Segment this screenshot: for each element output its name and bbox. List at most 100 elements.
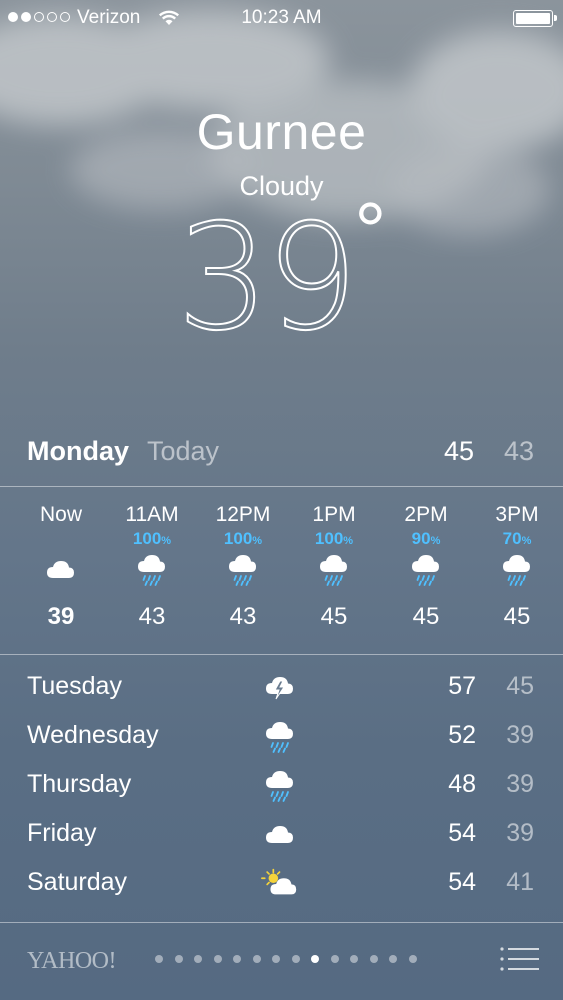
temperature-value: 39 [176, 193, 360, 363]
precip-chance: 100% [203, 529, 283, 551]
hour-label: 2PM [404, 503, 448, 526]
hourly-item: 12PM 100% 43 [203, 503, 283, 631]
status-bar: Verizon 10:23 AM [0, 0, 563, 36]
precip-value: 100 [314, 529, 344, 548]
footer-bar: YAHOO! [0, 940, 563, 980]
day-name: Saturday [27, 868, 128, 896]
daily-row: Tuesday 57 45 [0, 668, 563, 717]
rain-cloud-icon [477, 551, 557, 587]
hourly-item: 3PM 70% 45 [477, 503, 557, 631]
percent-sign: % [252, 535, 263, 547]
page-dot[interactable] [194, 955, 202, 963]
day-low: 41 [506, 868, 534, 896]
rain-cloud-icon [386, 551, 466, 587]
page-dot[interactable] [155, 955, 163, 963]
today-label: Today [147, 436, 220, 466]
partly-sunny-icon [260, 864, 300, 902]
precip-chance: 90% [386, 529, 466, 551]
hourly-item: 1PM 100% 45 [294, 503, 374, 631]
divider [0, 486, 563, 487]
day-name: Thursday [27, 770, 132, 798]
degree-symbol: ° [354, 186, 387, 276]
precip-value: 90 [411, 529, 431, 548]
hourly-item: Now 39 [21, 503, 101, 631]
thunderstorm-icon [260, 668, 300, 706]
daily-row: Thursday 48 39 [0, 766, 563, 815]
day-high: 48 [448, 770, 476, 798]
page-dot[interactable] [174, 955, 183, 963]
yahoo-logo[interactable]: YAHOO! [27, 948, 117, 975]
hour-temperature: 45 [412, 603, 440, 630]
rain-cloud-icon [260, 717, 300, 755]
daily-row: Saturday 54 41 [0, 864, 563, 913]
precip-chance: 100% [112, 529, 192, 551]
day-name: Wednesday [27, 721, 159, 749]
page-dot[interactable] [233, 955, 241, 963]
precip-value: 70 [502, 529, 522, 548]
today-summary: Monday Today 45 43 [0, 436, 563, 476]
page-dot[interactable] [350, 955, 358, 963]
day-high: 57 [448, 672, 476, 700]
hour-temperature: 45 [503, 603, 531, 630]
rain-cloud-icon [294, 551, 374, 587]
today-high: 45 [443, 436, 474, 466]
clock: 10:23 AM [241, 7, 322, 28]
page-indicator[interactable] [155, 955, 417, 963]
precip-value: 100 [132, 529, 162, 548]
day-low: 39 [506, 770, 534, 798]
rain-cloud-icon [203, 551, 283, 587]
cloud-icon [260, 815, 300, 853]
page-dot-active[interactable] [311, 955, 319, 963]
hourly-item: 11AM 100% 43 [112, 503, 192, 631]
current-temperature: 39° [0, 191, 563, 352]
page-dot[interactable] [252, 955, 261, 963]
today-day: Monday [27, 436, 130, 466]
page-dot[interactable] [330, 955, 339, 963]
precip-chance: 70% [477, 529, 557, 551]
hour-label: Now [39, 503, 82, 526]
battery-icon [513, 10, 557, 27]
page-dot[interactable] [272, 955, 280, 963]
list-icon[interactable] [499, 946, 539, 972]
precip-chance [21, 529, 101, 551]
hourly-forecast[interactable]: Now 39 11AM 100% 43 12PM 100% 43 1PM 100% 45 2PM 90%… [0, 503, 563, 643]
hour-label: 11AM [125, 503, 179, 526]
daily-row: Wednesday 52 39 [0, 717, 563, 766]
page-dot[interactable] [369, 955, 378, 963]
daily-forecast: Tuesday 57 45 Wednesday 52 39 Thursday 48 39 Frid… [0, 668, 563, 913]
divider [0, 922, 563, 923]
hour-temperature: 39 [47, 603, 75, 630]
page-dot[interactable] [408, 955, 417, 963]
hourly-item: 2PM 90% 45 [386, 503, 466, 631]
day-name: Tuesday [27, 672, 122, 700]
day-high: 54 [448, 868, 476, 896]
day-name: Friday [27, 819, 97, 847]
today-low: 43 [503, 436, 534, 466]
hour-label: 3PM [495, 503, 539, 526]
percent-sign: % [430, 535, 441, 547]
city-name: Gurnee [196, 104, 367, 160]
day-low: 39 [506, 819, 534, 847]
daily-row: Friday 54 39 [0, 815, 563, 864]
day-low: 45 [506, 672, 534, 700]
percent-sign: % [343, 535, 354, 547]
percent-sign: % [521, 535, 532, 547]
rain-cloud-icon [112, 551, 192, 587]
day-high: 54 [448, 819, 476, 847]
hour-temperature: 43 [229, 603, 257, 630]
rain-cloud-icon [260, 766, 300, 804]
percent-sign: % [161, 535, 172, 547]
page-dot[interactable] [389, 955, 397, 963]
precip-value: 100 [223, 529, 253, 548]
hour-label: 12PM [215, 503, 271, 526]
hour-label: 1PM [312, 503, 356, 526]
hour-temperature: 43 [138, 603, 166, 630]
page-dot[interactable] [291, 955, 300, 963]
divider [0, 654, 563, 655]
page-dot[interactable] [213, 955, 222, 963]
precip-chance: 100% [294, 529, 374, 551]
cloud-icon [21, 551, 101, 587]
day-high: 52 [448, 721, 476, 749]
day-low: 39 [506, 721, 534, 749]
hour-temperature: 45 [320, 603, 348, 630]
